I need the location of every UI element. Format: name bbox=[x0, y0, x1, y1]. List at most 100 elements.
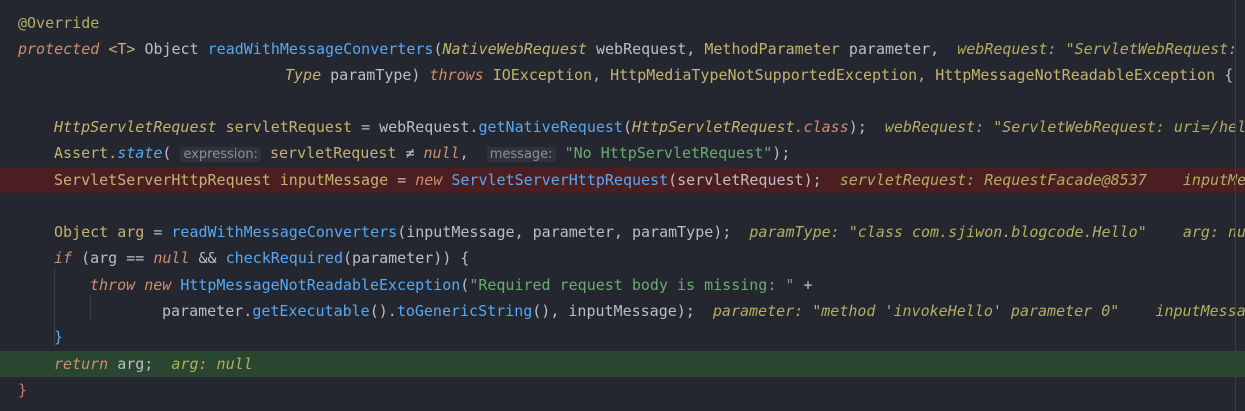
code-token: if bbox=[54, 249, 82, 267]
code-token: { bbox=[1224, 66, 1234, 84]
code-token: (parameter)) { bbox=[343, 249, 470, 267]
code-line-15[interactable]: } bbox=[0, 377, 1245, 403]
execution-line[interactable]: ServletServerHttpRequest inputMessage = … bbox=[0, 167, 1245, 193]
code-token: "No HttpServletRequest" bbox=[555, 144, 773, 162]
code-token: Object bbox=[144, 40, 208, 58]
code-token: ( bbox=[460, 276, 470, 294]
code-content: ServletServerHttpRequest inputMessage = … bbox=[54, 167, 1245, 193]
code-token: servletRequest bbox=[225, 118, 362, 136]
code-token: Type bbox=[285, 66, 331, 84]
code-line-1[interactable]: @Override bbox=[0, 10, 1245, 36]
parameter-name-hint: message: bbox=[486, 147, 556, 162]
code-line-10[interactable]: if (arg == null && checkRequired(paramet… bbox=[0, 245, 1245, 271]
code-line-8[interactable] bbox=[0, 193, 1245, 219]
code-token: ); bbox=[772, 144, 791, 162]
code-content: if (arg == null && checkRequired(paramet… bbox=[54, 245, 469, 271]
code-content: Object arg = readWithMessageConverters(i… bbox=[54, 219, 1245, 245]
code-token: ); bbox=[848, 118, 885, 136]
code-token: (). bbox=[369, 302, 397, 320]
debug-value-hint: parameter: "method 'invokeHello' paramet… bbox=[712, 302, 1245, 320]
code-line-3[interactable]: Type paramType) throws IOException, Http… bbox=[0, 62, 1245, 88]
code-token: MethodParameter bbox=[704, 40, 849, 58]
code-token: getExecutable bbox=[252, 302, 370, 320]
code-token: getNativeRequest bbox=[478, 118, 623, 136]
code-token: (inputMessage, parameter, paramType); bbox=[397, 223, 750, 241]
code-token: return bbox=[54, 355, 118, 373]
debug-value-hint: webRequest: "ServletWebRequest: uri=/hel bbox=[884, 118, 1245, 136]
code-token: <T> bbox=[108, 40, 145, 58]
code-token: null bbox=[153, 249, 199, 267]
code-content: } bbox=[18, 377, 27, 403]
code-token: ( bbox=[162, 144, 181, 162]
code-content: HttpServletRequest servletRequest = webR… bbox=[54, 114, 1245, 140]
code-line-13[interactable]: } bbox=[0, 324, 1245, 350]
code-line-12[interactable]: parameter.getExecutable().toGenericStrin… bbox=[0, 298, 1245, 324]
code-token: = bbox=[397, 171, 416, 189]
code-token: parameter, bbox=[848, 40, 958, 58]
code-token: } bbox=[18, 381, 28, 399]
code-token: && bbox=[198, 249, 226, 267]
code-token: HttpServletRequest bbox=[54, 118, 226, 136]
code-token: } bbox=[54, 328, 64, 346]
code-token: (servletRequest); bbox=[668, 171, 840, 189]
code-editor[interactable]: @Override protected <T> Object readWithM… bbox=[0, 0, 1245, 411]
code-token: parameter. bbox=[162, 302, 253, 320]
debug-value-hint: servletRequest: RequestFacade@8537 input… bbox=[839, 171, 1245, 189]
code-line-11[interactable]: throw new HttpMessageNotReadableExceptio… bbox=[0, 272, 1245, 298]
code-token: == bbox=[126, 249, 154, 267]
code-content: } bbox=[54, 324, 63, 350]
code-token: + bbox=[803, 276, 813, 294]
code-content: parameter.getExecutable().toGenericStrin… bbox=[162, 298, 1245, 324]
code-content: Assert.state( expression: servletRequest… bbox=[54, 140, 790, 166]
code-line-6[interactable]: Assert.state( expression: servletRequest… bbox=[0, 140, 1245, 166]
code-token: arg bbox=[117, 223, 154, 241]
code-token: ≠ bbox=[405, 144, 424, 162]
code-line-5[interactable]: HttpServletRequest servletRequest = webR… bbox=[0, 114, 1245, 140]
code-token: checkRequired bbox=[225, 249, 343, 267]
code-token: = bbox=[361, 118, 380, 136]
code-line-4[interactable] bbox=[0, 88, 1245, 114]
code-token: , bbox=[459, 144, 487, 162]
code-token: (arg bbox=[81, 249, 127, 267]
code-token: new bbox=[144, 276, 181, 294]
code-token: webRequest. bbox=[379, 118, 479, 136]
code-token: servletRequest bbox=[260, 144, 406, 162]
code-token: NativeWebRequest bbox=[442, 40, 596, 58]
code-token: webRequest, bbox=[596, 40, 705, 58]
code-token: new bbox=[415, 171, 452, 189]
code-token: state bbox=[117, 144, 163, 162]
code-token: readWithMessageConverters bbox=[207, 40, 434, 58]
code-token: ServletServerHttpRequest bbox=[54, 171, 280, 189]
code-token: = bbox=[153, 223, 172, 241]
code-token: throws bbox=[429, 66, 493, 84]
code-token: protected bbox=[18, 40, 109, 58]
code-token: (), inputMessage); bbox=[532, 302, 713, 320]
code-content: @Override bbox=[18, 10, 99, 36]
code-token: readWithMessageConverters bbox=[171, 223, 398, 241]
code-token: ServletServerHttpRequest bbox=[451, 171, 669, 189]
current-line[interactable]: return arg; arg: null bbox=[0, 351, 1245, 377]
code-token: HttpMessageNotReadableException bbox=[935, 66, 1225, 84]
code-token: paramType) bbox=[330, 66, 430, 84]
code-line-9[interactable]: Object arg = readWithMessageConverters(i… bbox=[0, 219, 1245, 245]
parameter-name-hint: expression: bbox=[180, 147, 261, 162]
code-token: @Override bbox=[18, 14, 100, 32]
code-token: ( bbox=[622, 118, 632, 136]
code-token: Object bbox=[54, 223, 118, 241]
code-token: null bbox=[423, 144, 460, 162]
code-content: Type paramType) throws IOException, Http… bbox=[285, 62, 1233, 88]
code-token: "Required request body is missing: " bbox=[469, 276, 804, 294]
debug-value-hint: paramType: "class com.sjiwon.blogcode.He… bbox=[749, 223, 1245, 241]
code-token: .class bbox=[794, 118, 849, 136]
code-token: throw bbox=[90, 276, 145, 294]
code-content: return arg; arg: null bbox=[54, 351, 253, 377]
code-token: toGenericString bbox=[396, 302, 533, 320]
code-content: protected <T> Object readWithMessageConv… bbox=[18, 36, 1245, 62]
code-token: IOException, bbox=[492, 66, 611, 84]
code-line-2[interactable]: protected <T> Object readWithMessageConv… bbox=[0, 36, 1245, 62]
debug-value-hint: arg: null bbox=[171, 355, 253, 373]
code-token: Assert. bbox=[54, 144, 118, 162]
code-token: HttpServletRequest bbox=[632, 118, 795, 136]
code-token: HttpMediaTypeNotSupportedException, bbox=[610, 66, 936, 84]
code-token: HttpMessageNotReadableException bbox=[180, 276, 461, 294]
